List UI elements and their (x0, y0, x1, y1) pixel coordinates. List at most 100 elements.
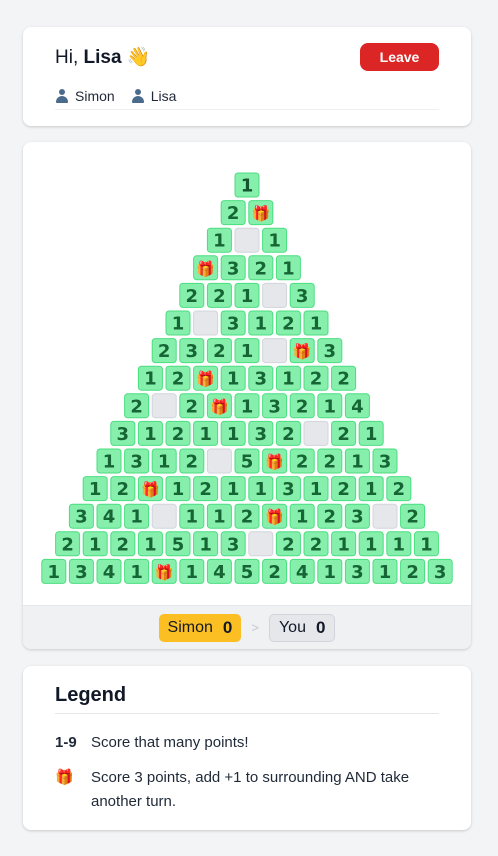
tile-number: 3 (255, 369, 268, 390)
player-name: Simon (75, 88, 115, 104)
greeting: Hi, Lisa 👋 (55, 46, 151, 70)
gift-tile: 🎁 (248, 200, 274, 226)
number-tile: 2 (165, 420, 191, 446)
number-tile: 2 (55, 531, 81, 557)
tile-number: 2 (310, 369, 323, 390)
hidden-tile[interactable] (193, 310, 219, 336)
tile-bg (206, 448, 232, 474)
number-tile: 3 (248, 420, 274, 446)
number-tile: 2 (275, 310, 301, 336)
gift-icon: 🎁 (141, 481, 160, 499)
hidden-tile[interactable] (372, 503, 398, 529)
gift-tile: 🎁 (289, 338, 315, 364)
number-tile: 1 (179, 558, 205, 584)
number-tile: 3 (220, 255, 246, 281)
number-tile: 1 (124, 558, 150, 584)
tile-number: 1 (186, 507, 199, 528)
tile-number: 3 (351, 507, 364, 528)
number-tile: 3 (344, 503, 370, 529)
header-card: Hi, Lisa 👋 Leave Simon Lisa (23, 27, 471, 126)
number-tile: 1 (206, 503, 232, 529)
tile-number: 1 (227, 479, 240, 500)
number-tile: 4 (206, 558, 232, 584)
tile-number: 2 (337, 479, 350, 500)
number-tile: 1 (220, 420, 246, 446)
tile-number: 1 (241, 286, 254, 307)
hidden-tile[interactable] (262, 338, 288, 364)
number-tile: 5 (234, 448, 260, 474)
tile-bg (303, 420, 329, 446)
tile-number: 3 (227, 258, 240, 279)
tile-number: 3 (351, 562, 364, 583)
number-tile: 1 (165, 476, 191, 502)
hidden-tile[interactable] (303, 420, 329, 446)
tile-number: 2 (406, 507, 419, 528)
tile-bg (151, 503, 177, 529)
number-tile: 1 (344, 448, 370, 474)
number-tile: 1 (358, 531, 384, 557)
tile-number: 1 (227, 424, 240, 445)
tile-number: 1 (268, 231, 281, 252)
hidden-tile[interactable] (262, 282, 288, 308)
tile-number: 3 (324, 341, 337, 362)
tile-number: 3 (75, 562, 88, 583)
number-tile: 2 (317, 503, 343, 529)
number-tile: 2 (400, 558, 426, 584)
gift-tile: 🎁 (206, 393, 232, 419)
tile-bg (248, 531, 274, 557)
number-tile: 1 (275, 365, 301, 391)
tile-number: 3 (186, 341, 199, 362)
tile-number: 3 (227, 314, 240, 335)
tile-number: 2 (227, 203, 240, 224)
tile-number: 1 (310, 479, 323, 500)
tile-number: 3 (379, 452, 392, 473)
number-tile: 4 (289, 558, 315, 584)
gift-tile: 🎁 (262, 448, 288, 474)
gift-tile: 🎁 (151, 558, 177, 584)
tile-number: 1 (255, 479, 268, 500)
tile-number: 2 (255, 258, 268, 279)
number-tile: 3 (179, 338, 205, 364)
tile-number: 1 (241, 396, 254, 417)
number-tile: 2 (165, 365, 191, 391)
number-tile: 3 (344, 558, 370, 584)
hidden-tile[interactable] (206, 448, 232, 474)
number-tile: 2 (303, 531, 329, 557)
legend-text-gift: Score 3 points, add +1 to surrounding AN… (91, 769, 410, 810)
gift-icon: 🎁 (265, 453, 284, 471)
leave-button[interactable]: Leave (360, 43, 439, 71)
tile-number: 1 (393, 534, 406, 555)
player-item: Lisa (131, 86, 176, 106)
number-tile: 3 (262, 393, 288, 419)
tile-number: 1 (282, 369, 295, 390)
tile-number: 2 (117, 479, 130, 500)
number-tile: 1 (413, 531, 439, 557)
gift-icon: 🎁 (293, 343, 312, 361)
opponent-name: Simon (167, 618, 213, 636)
tile-number: 1 (130, 507, 143, 528)
hidden-tile[interactable] (248, 531, 274, 557)
tile-number: 1 (420, 534, 433, 555)
tile-number: 2 (282, 534, 295, 555)
number-tile: 1 (96, 448, 122, 474)
number-tile: 1 (220, 365, 246, 391)
hidden-tile[interactable] (234, 227, 260, 253)
number-tile: 3 (124, 448, 150, 474)
number-tile: 1 (262, 227, 288, 253)
number-tile: 3 (317, 338, 343, 364)
number-tile: 2 (248, 255, 274, 281)
tile-number: 1 (48, 562, 61, 583)
tile-number: 2 (241, 507, 254, 528)
number-tile: 2 (206, 282, 232, 308)
number-tile: 5 (234, 558, 260, 584)
tile-number: 2 (337, 369, 350, 390)
gift-icon: 🎁 (55, 769, 74, 786)
number-tile: 3 (220, 531, 246, 557)
number-tile: 1 (124, 503, 150, 529)
number-tile: 2 (289, 448, 315, 474)
hidden-tile[interactable] (151, 503, 177, 529)
tile-number: 4 (296, 562, 309, 583)
hidden-tile[interactable] (151, 393, 177, 419)
tile-number: 1 (365, 479, 378, 500)
player-list: Simon Lisa (55, 86, 439, 110)
